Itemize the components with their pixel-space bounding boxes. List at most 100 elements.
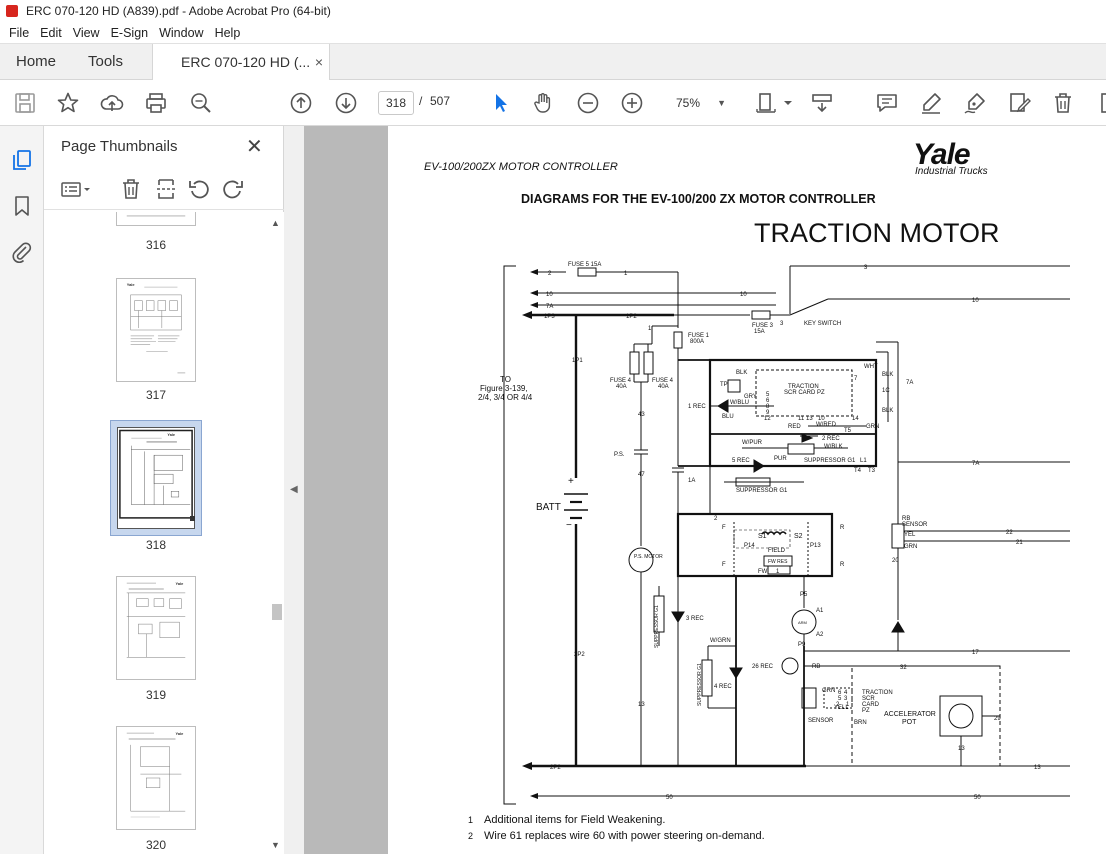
footnote-text: Additional items for Field Weakening. [484, 814, 666, 826]
tab-document-label: ERC 070-120 HD (... [181, 54, 311, 70]
scroll-up-icon[interactable]: ▲ [271, 218, 280, 228]
zoom-in-icon[interactable] [620, 91, 644, 115]
svg-text:W/PUR: W/PUR [742, 440, 763, 446]
thumbnail-scrollbar[interactable]: ▲ ▼ [268, 212, 284, 854]
svg-text:GRN: GRN [904, 544, 917, 550]
svg-text:PZ: PZ [862, 708, 870, 714]
svg-text:TO: TO [500, 375, 511, 384]
save-icon[interactable] [13, 91, 37, 115]
svg-text:2P2: 2P2 [574, 652, 585, 658]
thumbnail-318[interactable]: Yale [110, 420, 202, 536]
thumbnail-317[interactable]: Yale [116, 278, 196, 382]
svg-text:FW: FW [758, 569, 768, 575]
svg-text:T3: T3 [868, 468, 876, 474]
thumbnail-options-icon[interactable] [59, 177, 93, 201]
svg-text:FW RES: FW RES [768, 559, 788, 565]
svg-text:47: 47 [638, 472, 645, 478]
svg-text:3 REC: 3 REC [686, 616, 704, 622]
tab-tools[interactable]: Tools [88, 44, 123, 80]
svg-text:T5: T5 [844, 428, 852, 434]
menu-window[interactable]: Window [159, 26, 203, 40]
svg-text:TP: TP [720, 382, 728, 388]
print-icon[interactable] [144, 91, 168, 115]
tab-close-button[interactable]: × [315, 44, 323, 80]
svg-text:BATT: BATT [536, 502, 561, 513]
svg-text:WHT: WHT [864, 364, 878, 370]
tab-document[interactable]: ERC 070-120 HD (... × [152, 44, 330, 81]
delete-icon[interactable] [1051, 91, 1075, 115]
svg-text:7A: 7A [972, 461, 979, 467]
svg-text:P.S. MOTOR: P.S. MOTOR [634, 554, 663, 560]
highlight-pen-icon[interactable] [919, 91, 943, 115]
svg-text:43: 43 [638, 412, 645, 418]
rotate-ccw-icon[interactable] [187, 177, 211, 201]
navigation-rail [0, 126, 44, 854]
next-page-icon[interactable] [334, 91, 358, 115]
svg-text:P5: P5 [800, 592, 808, 598]
document-view[interactable]: EV-100/200ZX MOTOR CONTROLLER Yale Indus… [304, 126, 1106, 854]
svg-text:1P1: 1P1 [572, 358, 583, 364]
delete-page-icon[interactable] [119, 177, 143, 201]
svg-text:P13: P13 [810, 543, 821, 549]
svg-text:40A: 40A [658, 384, 669, 390]
svg-text:13: 13 [1034, 765, 1041, 771]
chevron-down-icon: ▼ [717, 98, 726, 108]
svg-text:1 REC: 1 REC [688, 404, 706, 410]
svg-text:10: 10 [546, 292, 553, 298]
scroll-down-icon[interactable]: ▼ [271, 840, 280, 850]
bookmark-icon[interactable] [10, 194, 34, 218]
svg-text:10: 10 [818, 416, 825, 422]
svg-text:2: 2 [714, 516, 718, 522]
sign-pen-icon[interactable] [963, 91, 987, 115]
svg-text:21: 21 [1016, 540, 1023, 546]
zoom-select[interactable]: 75% ▼ [664, 91, 732, 115]
panel-collapse-handle[interactable]: ◀ [284, 126, 304, 854]
thumbnail-319[interactable]: Yale [116, 576, 196, 680]
page-thumbnails-icon[interactable] [10, 148, 34, 172]
page-fit-dropdown-icon[interactable] [776, 91, 792, 115]
upload-cloud-icon[interactable] [100, 91, 124, 115]
select-cursor-icon[interactable] [489, 91, 513, 115]
menu-edit[interactable]: Edit [40, 26, 62, 40]
more-tools-icon[interactable] [1094, 91, 1106, 115]
zoom-out-icon[interactable] [576, 91, 600, 115]
svg-text:BLK: BLK [882, 372, 893, 378]
svg-text:40A: 40A [616, 384, 627, 390]
thumbnail-320[interactable]: Yale [116, 726, 196, 830]
menu-esign[interactable]: E-Sign [111, 26, 149, 40]
scroll-mode-icon[interactable] [810, 91, 834, 115]
rotate-cw-icon[interactable] [221, 177, 245, 201]
svg-text:13: 13 [638, 702, 645, 708]
tab-home[interactable]: Home [16, 44, 56, 80]
toolbar: 318 / 507 75% ▼ [0, 80, 1106, 126]
window-title: ERC 070-120 HD (A839).pdf - Adobe Acroba… [26, 4, 331, 18]
attachment-icon[interactable] [10, 240, 34, 264]
svg-text:7: 7 [854, 376, 858, 382]
scrollbar-thumb[interactable] [272, 604, 282, 620]
edit-pdf-icon[interactable] [1007, 91, 1031, 115]
svg-text:SUPPRESSOR G1: SUPPRESSOR G1 [697, 663, 703, 706]
prev-page-icon[interactable] [289, 91, 313, 115]
panel-close-button[interactable]: ✕ [246, 134, 263, 159]
title-bar: ERC 070-120 HD (A839).pdf - Adobe Acroba… [0, 0, 1106, 22]
menu-help[interactable]: Help [215, 26, 241, 40]
star-icon[interactable] [56, 91, 80, 115]
svg-text:12: 12 [764, 416, 771, 422]
comment-icon[interactable] [875, 91, 899, 115]
panel-title: Page Thumbnails [61, 138, 178, 155]
svg-text:SUPPRESSOR G1: SUPPRESSOR G1 [804, 458, 856, 464]
page-number-input[interactable]: 318 [378, 91, 414, 115]
menu-file[interactable]: File [9, 26, 29, 40]
svg-text:RB: RB [812, 664, 820, 670]
tab-bar: Home Tools ERC 070-120 HD (... × [0, 43, 1106, 81]
thumbnail-316[interactable] [116, 212, 196, 226]
svg-text:A2: A2 [816, 632, 824, 638]
menu-view[interactable]: View [73, 26, 100, 40]
svg-text:14: 14 [852, 416, 859, 422]
hand-tool-icon[interactable] [531, 91, 555, 115]
page-fit-icon[interactable] [754, 91, 778, 115]
svg-text:5 REC: 5 REC [732, 458, 750, 464]
note-marker: 1 [468, 815, 474, 825]
zoom-search-icon[interactable] [189, 91, 213, 115]
extract-page-icon[interactable] [154, 177, 178, 201]
